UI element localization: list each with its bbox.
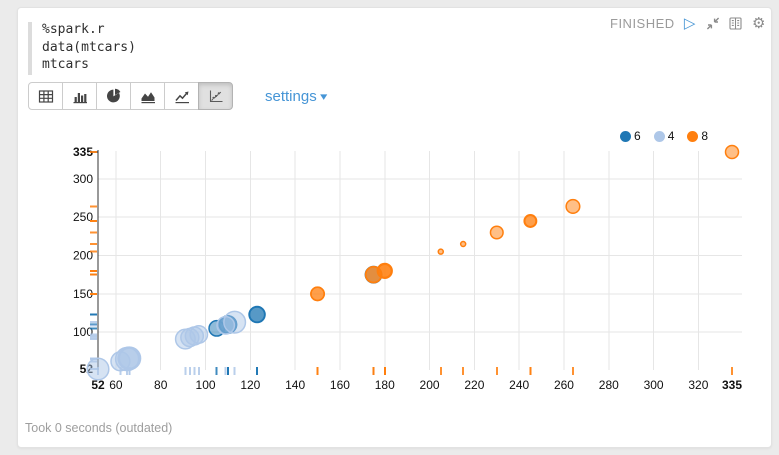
- chart-button-scatter[interactable]: [198, 82, 233, 110]
- svg-text:200: 200: [420, 378, 440, 392]
- legend-dot: [654, 131, 665, 142]
- legend-label: 6: [634, 129, 641, 143]
- svg-text:160: 160: [330, 378, 350, 392]
- paragraph-status-bar: FINISHED ▷ ⚙: [610, 14, 767, 32]
- pie-chart-icon: [106, 88, 122, 104]
- svg-text:280: 280: [599, 378, 619, 392]
- code-line: %spark.r: [42, 21, 136, 39]
- svg-text:120: 120: [240, 378, 260, 392]
- compress-icon-svg: [706, 17, 720, 30]
- svg-text:300: 300: [644, 378, 664, 392]
- chart-button-bar[interactable]: [62, 82, 97, 110]
- execution-status: Took 0 seconds (outdated): [25, 421, 172, 435]
- legend-item-cyl4[interactable]: 4: [654, 129, 675, 143]
- svg-text:140: 140: [285, 378, 305, 392]
- svg-text:80: 80: [154, 378, 168, 392]
- gear-icon[interactable]: ⚙: [751, 15, 767, 31]
- legend-dot: [620, 131, 631, 142]
- svg-text:300: 300: [73, 172, 93, 186]
- scatter-plot[interactable]: 5260801001201401601802002202402602803003…: [0, 115, 779, 415]
- area-chart-icon: [140, 89, 156, 104]
- code-line: data(mtcars): [42, 39, 136, 57]
- play-icon[interactable]: ▷: [682, 15, 698, 31]
- bar-chart-icon: [72, 89, 88, 104]
- notebook-icon-svg: [729, 17, 742, 30]
- chart-toolbar: settings ▾: [28, 82, 326, 110]
- svg-text:320: 320: [688, 378, 708, 392]
- svg-text:60: 60: [109, 378, 123, 392]
- scatter-chart-icon: [208, 89, 224, 104]
- svg-text:250: 250: [73, 210, 93, 224]
- line-chart-icon: [174, 89, 190, 104]
- svg-text:335: 335: [722, 378, 742, 392]
- editor-gutter: [28, 22, 32, 75]
- legend-item-cyl8[interactable]: 8: [687, 129, 708, 143]
- notebook-page: FINISHED ▷ ⚙ %spark.r da: [0, 0, 779, 455]
- svg-text:180: 180: [375, 378, 395, 392]
- svg-text:220: 220: [464, 378, 484, 392]
- legend-label: 8: [701, 129, 708, 143]
- chart-legend: 6 4 8: [620, 129, 708, 143]
- play-glyph: ▷: [684, 16, 696, 31]
- chart-button-table[interactable]: [28, 82, 63, 110]
- svg-text:100: 100: [196, 378, 216, 392]
- table-chart-icon: [38, 89, 54, 104]
- settings-toggle[interactable]: settings ▾: [265, 88, 326, 105]
- chart-button-area[interactable]: [130, 82, 165, 110]
- notebook-icon[interactable]: [728, 15, 744, 31]
- code-lines: %spark.r data(mtcars) mtcars: [42, 21, 136, 77]
- gear-glyph: ⚙: [752, 16, 765, 31]
- compress-icon[interactable]: [705, 15, 721, 31]
- code-line: mtcars: [42, 56, 136, 74]
- chart-type-button-group: [28, 82, 233, 110]
- chart-button-pie[interactable]: [96, 82, 131, 110]
- legend-item-cyl6[interactable]: 6: [620, 129, 641, 143]
- legend-dot: [687, 131, 698, 142]
- status-text: FINISHED: [610, 16, 675, 31]
- caret-down-icon: ▾: [320, 90, 327, 103]
- svg-text:260: 260: [554, 378, 574, 392]
- chart-button-line[interactable]: [164, 82, 199, 110]
- svg-text:200: 200: [73, 249, 93, 263]
- svg-text:240: 240: [509, 378, 529, 392]
- settings-label: settings: [265, 88, 317, 105]
- legend-label: 4: [668, 129, 675, 143]
